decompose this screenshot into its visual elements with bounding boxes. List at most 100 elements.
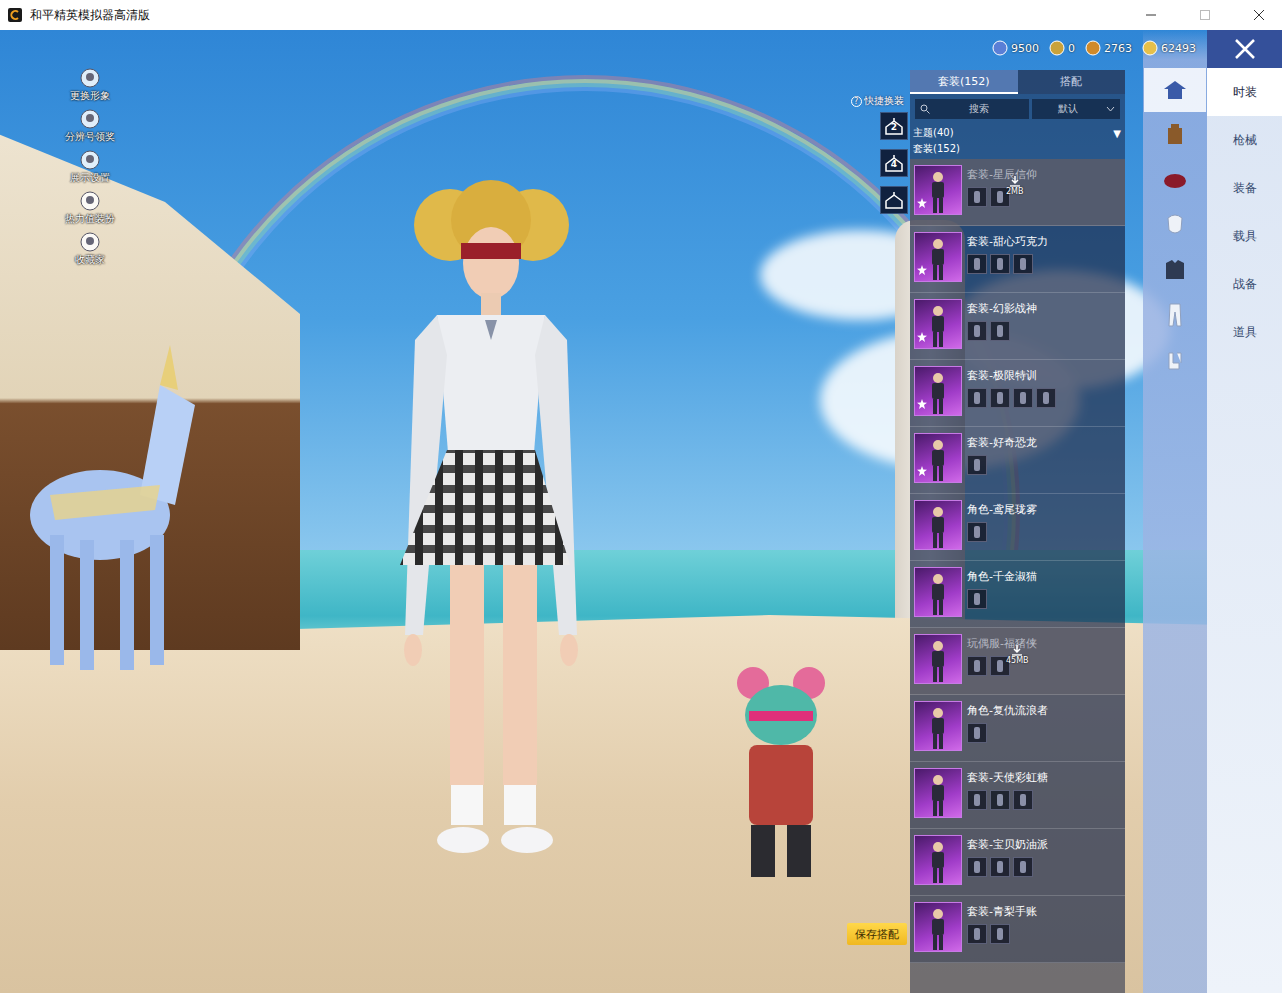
category-item[interactable] [1144,293,1206,337]
category-item[interactable] [1144,158,1206,202]
nav-item[interactable]: 装备 [1207,164,1282,212]
minimize-button[interactable] [1128,0,1174,30]
theme-filter[interactable]: 主题(40)▼ [910,123,1125,140]
part-item-icon [994,860,1006,874]
nav-item[interactable]: 枪械 [1207,116,1282,164]
part-item-icon [994,659,1006,673]
currency-bar: 95000276362493 [992,40,1196,56]
outfit-row[interactable]: 套装-星辰信仰2MB [910,159,1125,226]
outfit-figure-icon [923,572,953,616]
outfit-figure-icon [923,639,953,683]
outfit-row[interactable]: 玩偶服-福猪侠45MB [910,628,1125,695]
panel-tabs: 套装(152)搭配 [910,70,1125,94]
app-logo-icon [8,8,22,22]
quick-change-slot[interactable]: 4 [880,149,908,177]
quick-change-slot[interactable] [880,186,908,214]
outfit-parts [967,522,1121,542]
bear-pet-icon [735,665,827,880]
outfit-row[interactable]: 套装-幻影战神 [910,293,1125,360]
category-item[interactable] [1144,338,1206,382]
search-field[interactable]: 搜索 [915,99,1029,119]
panel-tab[interactable]: 套装(152) [910,70,1018,94]
side-menu-item[interactable]: 更换形象 [70,68,110,103]
close-lobby-button[interactable] [1207,30,1282,68]
maximize-button[interactable] [1182,0,1228,30]
category-item[interactable] [1144,203,1206,247]
outfit-part [990,388,1010,408]
part-item-icon [994,324,1006,338]
outfit-thumbnail [914,433,962,483]
close-window-button[interactable] [1236,0,1282,30]
window-title: 和平精英模拟器高清版 [30,7,1120,24]
outfit-row[interactable]: 套装-好奇恐龙 [910,427,1125,494]
outfit-part [990,790,1010,810]
slot-number: 4 [881,159,907,169]
download-icon [1011,644,1023,656]
part-item-icon [971,927,983,941]
part-item-icon [971,659,983,673]
outfit-name: 套装-天使彩虹糖 [967,770,1121,785]
outfit-info: 角色-鸢尾珑雾 [967,500,1121,554]
side-menu-item[interactable]: 收藏家 [75,232,105,267]
outfit-row[interactable]: 角色-千金淑猫 [910,561,1125,628]
outfit-thumbnail [914,299,962,349]
part-item-icon [971,391,983,405]
outfit-name: 套装-青梨手账 [967,904,1121,919]
outfit-parts [967,857,1121,877]
title-bar: 和平精英模拟器高清版 [0,0,1282,30]
game-view: 95000276362493更换形象分辨号领奖展示设置热力值装扮收藏家?快捷换装… [0,30,1282,993]
outfit-info: 玩偶服-福猪侠 [967,634,1121,688]
outfit-parts [967,924,1121,944]
part-item-icon [1017,793,1029,807]
category-item[interactable] [1144,113,1206,157]
coin-icon [1142,40,1158,56]
outfit-part [967,455,987,475]
quick-change-slot[interactable]: 2 [880,112,908,140]
help-icon[interactable]: ? [851,96,862,107]
outfit-row[interactable]: 角色-复仇流浪者 [910,695,1125,762]
outfit-row[interactable]: 套装-甜心巧克力 [910,226,1125,293]
outfit-part [967,321,987,341]
category-item[interactable] [1144,248,1206,292]
side-menu-item[interactable]: 展示设置 [70,150,110,185]
nav-item[interactable]: 道具 [1207,308,1282,356]
nav-item[interactable]: 时装 [1207,68,1282,116]
part-item-icon [994,793,1006,807]
outfit-figure-icon [923,773,953,817]
category-icon [1160,165,1190,195]
outfit-thumbnail [914,500,962,550]
currency-amount: 62493 [1161,42,1196,55]
coin-icon [1049,40,1065,56]
outfit-part [1013,254,1033,274]
outfit-part [1036,388,1056,408]
player-character-icon [355,165,615,865]
outfit-row[interactable]: 套装-宝贝奶油派 [910,829,1125,896]
quick-change: ?快捷换装24保存搭配 [844,30,910,993]
side-menu-label: 分辨号领奖 [65,130,115,144]
panel-tab[interactable]: 搭配 [1018,70,1126,94]
currency: 0 [1049,40,1075,56]
outfit-row[interactable]: 套装-青梨手账 [910,896,1125,963]
side-menu-item[interactable]: 热力值装扮 [65,191,115,226]
outfit-row[interactable]: 角色-鸢尾珑雾 [910,494,1125,561]
category-item[interactable] [1144,68,1206,112]
download-badge[interactable]: 2MB [1006,175,1023,196]
main-nav: 时装枪械装备载具战备道具 [1207,30,1282,993]
outfit-name: 套装-甜心巧克力 [967,234,1121,249]
nav-item[interactable]: 战备 [1207,260,1282,308]
outfit-row[interactable]: 套装-极限特训 [910,360,1125,427]
outfit-figure-icon [923,706,953,750]
outfit-thumbnail [914,835,962,885]
outfit-thumbnail [914,701,962,751]
side-menu-item[interactable]: 分辨号领奖 [65,109,115,144]
download-badge[interactable]: 45MB [1006,644,1029,665]
sort-dropdown[interactable]: 默认 [1032,99,1120,119]
currency-amount: 2763 [1104,42,1132,55]
outfit-part [990,857,1010,877]
outfit-figure-icon [923,840,953,884]
save-outfit-button[interactable]: 保存搭配 [847,923,907,945]
part-item-icon [1040,391,1052,405]
outfit-figure-icon [923,170,953,214]
outfit-row[interactable]: 套装-天使彩虹糖 [910,762,1125,829]
nav-item[interactable]: 载具 [1207,212,1282,260]
